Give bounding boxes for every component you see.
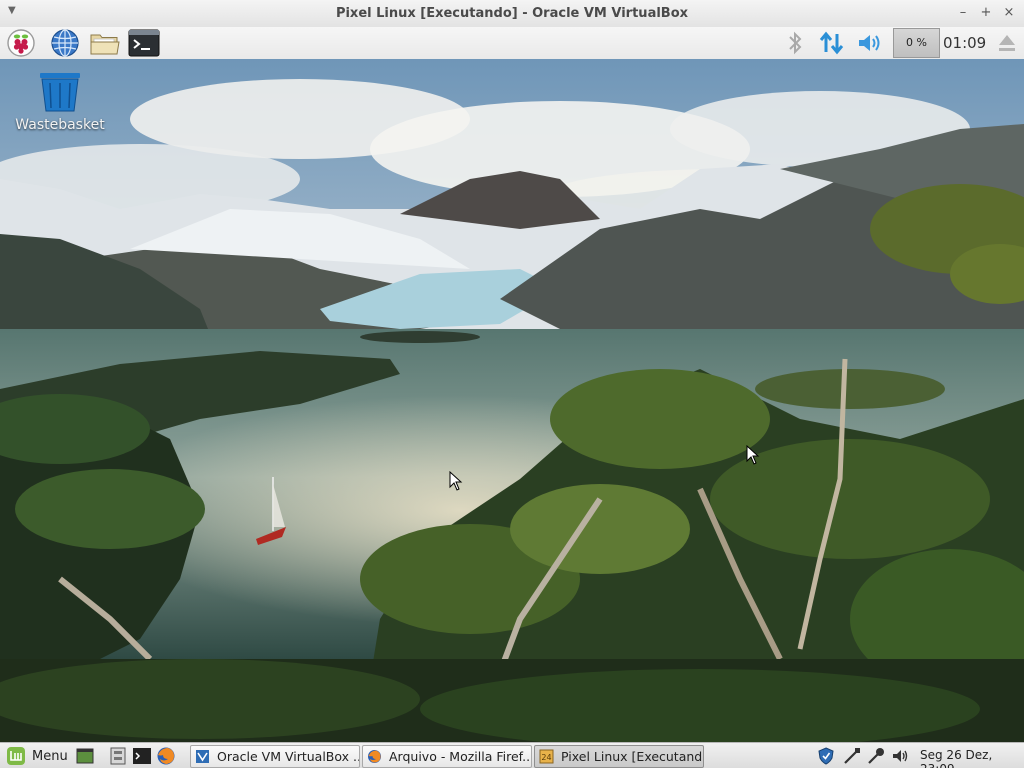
host-clock[interactable]: Seg 26 Dez, 23:09 — [920, 748, 1024, 768]
mint-logo-icon — [7, 747, 25, 765]
taskbar-item-firefox[interactable]: Arquivo - Mozilla Firef... — [362, 745, 532, 768]
firefox-icon[interactable] — [156, 746, 176, 766]
file-manager-icon[interactable] — [89, 28, 120, 58]
wallpaper-image — [0, 59, 1024, 742]
taskbar-item-label: Oracle VM VirtualBox ... — [217, 749, 360, 764]
virtualbox-vm-icon: 24 — [539, 749, 554, 764]
mouse-cursor-icon — [746, 445, 760, 465]
guest-clock[interactable]: 01:09 — [943, 34, 986, 52]
shield-icon[interactable] — [816, 746, 836, 766]
globe-browser-icon[interactable] — [50, 28, 80, 58]
maximize-button[interactable]: + — [977, 4, 995, 22]
cpu-monitor[interactable]: 0 % — [893, 28, 940, 58]
speaker-icon[interactable] — [891, 746, 911, 766]
virtualbox-icon — [196, 750, 209, 763]
firefox-icon — [368, 750, 381, 763]
taskbar-item-virtualbox-manager[interactable]: Oracle VM VirtualBox ... — [190, 745, 360, 768]
terminal-icon[interactable] — [132, 746, 152, 766]
guest-top-panel: 0 % 01:09 — [0, 27, 1024, 60]
menu-label: Menu — [32, 749, 68, 764]
taskbar-item-label: Pixel Linux [Executand... — [561, 749, 704, 764]
svg-text:24: 24 — [541, 753, 551, 762]
start-menu-button[interactable]: Menu — [4, 746, 68, 766]
raspberry-menu-icon[interactable] — [6, 28, 36, 58]
volume-icon[interactable] — [856, 30, 884, 56]
desktop-icon-label: Wastebasket — [15, 117, 105, 133]
desktop-icon-wastebasket[interactable]: Wastebasket — [12, 71, 108, 141]
mouse-cursor-icon — [449, 471, 463, 491]
microphone-icon[interactable] — [866, 746, 886, 766]
file-cabinet-icon[interactable] — [108, 746, 128, 766]
host-taskbar: Menu Oracle VM VirtualBox ... Arquivo - … — [0, 742, 1024, 768]
desktop[interactable]: Wastebasket — [0, 59, 1024, 742]
network-cable-icon[interactable] — [842, 746, 862, 766]
cpu-usage: 0 % — [906, 36, 927, 49]
window-titlebar[interactable]: ▼ Pixel Linux [Executando] - Oracle VM V… — [0, 0, 1024, 28]
wastebasket-icon — [40, 73, 80, 112]
terminal-icon[interactable] — [128, 28, 160, 58]
close-button[interactable]: × — [1000, 4, 1018, 22]
minimize-button[interactable]: – — [954, 4, 972, 22]
eject-icon[interactable] — [996, 30, 1018, 56]
bluetooth-icon[interactable] — [786, 30, 804, 56]
taskbar-item-pixel-linux[interactable]: 24 Pixel Linux [Executand... — [534, 745, 704, 768]
taskbar-item-label: Arquivo - Mozilla Firef... — [389, 749, 532, 764]
network-transfer-icon[interactable] — [818, 30, 846, 56]
show-desktop-icon[interactable] — [75, 746, 95, 766]
window-title: Pixel Linux [Executando] - Oracle VM Vir… — [335, 6, 689, 21]
virtualbox-window: ▼ Pixel Linux [Executando] - Oracle VM V… — [0, 0, 1024, 768]
